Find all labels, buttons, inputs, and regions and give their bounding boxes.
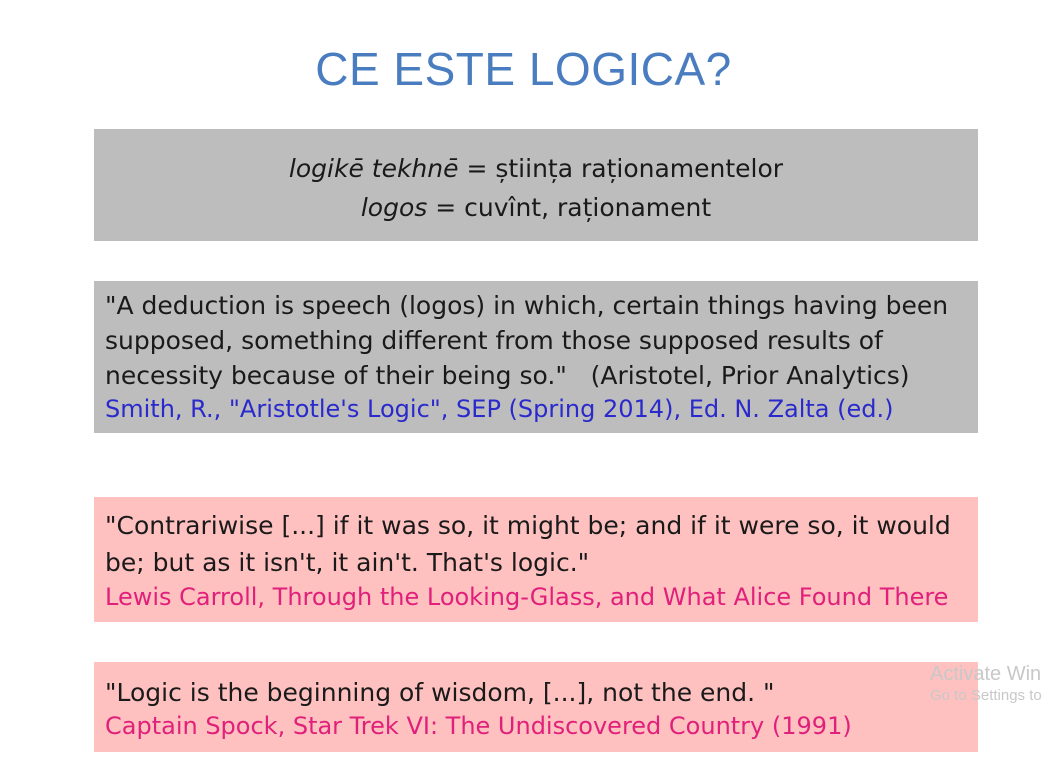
spock-quote-box: "Logic is the beginning of wisdom, [...]… [94,662,978,752]
quote-text: "Logic is the beginning of wisdom, [...]… [105,678,775,707]
equals-sign: = [427,193,465,222]
watermark-line-2: Go to Settings to [930,687,1042,704]
etymology-term-2: logos [360,193,428,222]
etymology-term-1: logikē tekhnē [288,154,459,183]
equals-sign: = [458,154,496,183]
etymology-definition-1: știința raționamentelor [495,154,784,183]
aristotle-quote-box: "A deduction is speech (logos) in which,… [94,281,978,433]
etymology-definition-2: cuvînt, raționament [464,193,712,222]
quote-text: "Contrariwise [...] if it was so, it mig… [105,511,951,577]
quote-text: "A deduction is speech (logos) in which,… [105,291,957,390]
quote-source: Lewis Carroll, Through the Looking-Glass… [105,583,949,611]
quote-source: Captain Spock, Star Trek VI: The Undisco… [105,712,852,740]
carroll-quote-box: "Contrariwise [...] if it was so, it mig… [94,497,978,622]
etymology-box: logikē tekhnē = știința raționamentelor … [94,129,978,241]
quote-source: Smith, R., "Aristotle's Logic", SEP (Spr… [105,395,894,423]
etymology-line-2: logos = cuvînt, raționament [94,188,978,227]
etymology-line-1: logikē tekhnē = știința raționamentelor [94,149,978,188]
watermark-line-1: Activate Win [930,663,1042,685]
activate-windows-watermark: Activate Win Go to Settings to [930,662,1042,706]
slide-title: CE ESTE LOGICA? [315,43,732,95]
